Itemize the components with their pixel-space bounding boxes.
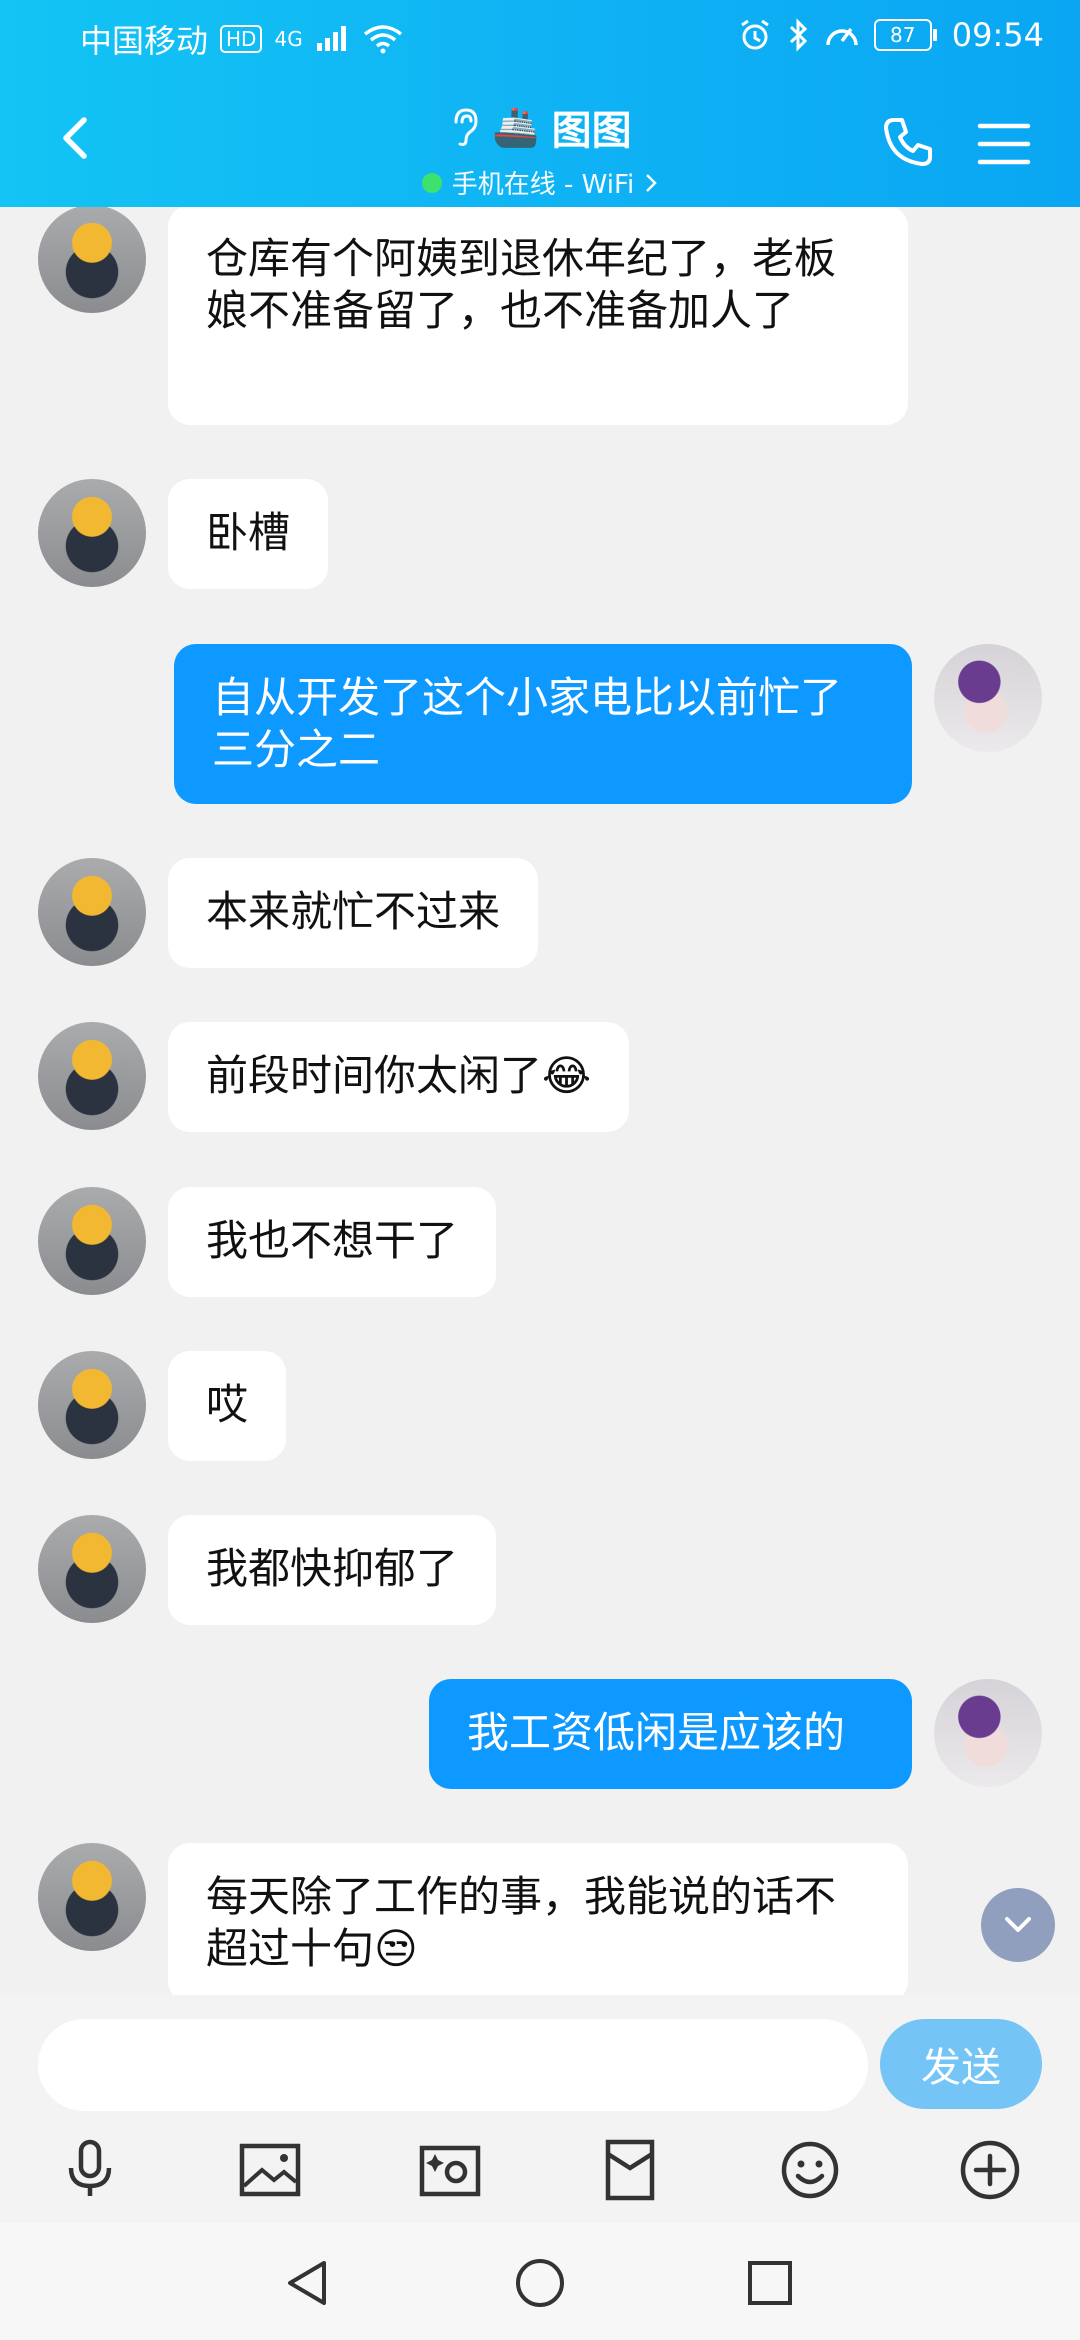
- online-status-dot: [421, 172, 442, 193]
- ship-emoji: 🚢: [492, 104, 540, 149]
- message-row: 我也不想干了: [0, 1187, 1080, 1297]
- microphone-icon: [68, 2139, 112, 2196]
- friend-avatar[interactable]: [38, 479, 146, 587]
- message-bubble[interactable]: 本来就忙不过来: [168, 858, 539, 968]
- photo-button[interactable]: [230, 2130, 310, 2210]
- square-recents-icon: [748, 2261, 792, 2305]
- message-bubble[interactable]: 我工资低闲是应该的: [429, 1679, 912, 1789]
- voice-call-button[interactable]: [878, 112, 938, 172]
- input-bar: 发送: [0, 1995, 1080, 2223]
- chevron-right-icon: [646, 173, 658, 192]
- friend-avatar[interactable]: [38, 1843, 146, 1951]
- message-bubble[interactable]: 我都快抑郁了: [168, 1515, 497, 1625]
- message-row: 前段时间你太闲了😂: [0, 1022, 1080, 1132]
- my-avatar[interactable]: [934, 644, 1042, 752]
- message-list[interactable]: 仓库有个阿姨到退休年纪了，老板娘不准备留了，也不准备加人了 卧槽 自从开发了这个…: [0, 207, 1080, 1995]
- message-bubble[interactable]: 仓库有个阿姨到退休年纪了，老板娘不准备留了，也不准备加人了: [168, 207, 908, 425]
- camera-button[interactable]: [410, 2130, 490, 2210]
- friend-avatar[interactable]: [38, 207, 146, 313]
- friend-avatar[interactable]: [38, 1515, 146, 1623]
- speed-icon: [826, 27, 858, 46]
- triangle-back-icon: [288, 2261, 326, 2305]
- red-packet-button[interactable]: [590, 2130, 670, 2210]
- message-row: 仓库有个阿姨到退休年纪了，老板娘不准备留了，也不准备加人了: [0, 207, 1080, 425]
- chat-header: 中国移动 HD 4G 87 09:54 🚢 图图 手机在线 - WiFi: [0, 0, 1080, 207]
- network-label: 4G: [274, 27, 303, 51]
- nav-recents-button[interactable]: [738, 2251, 802, 2315]
- message-bubble[interactable]: 每天除了工作的事，我能说的话不超过十句😒: [168, 1843, 908, 1995]
- status-bar: 中国移动 HD 4G 87 09:54: [0, 0, 1080, 72]
- carrier-label: 中国移动: [80, 22, 209, 60]
- message-row: 卧槽: [0, 479, 1080, 589]
- clock: 09:54: [951, 16, 1044, 54]
- input-toolbar: [0, 2130, 1080, 2220]
- plus-icon: [960, 2140, 1020, 2200]
- page-title: 图图: [551, 108, 632, 154]
- ear-icon: [454, 108, 478, 146]
- menu-button[interactable]: [974, 114, 1034, 174]
- hamburger-menu-icon: [977, 123, 1031, 165]
- signal-icon: [316, 26, 346, 51]
- voice-input-button[interactable]: [50, 2130, 130, 2210]
- chevron-down-icon: [1005, 1917, 1031, 1932]
- red-packet-icon: [605, 2139, 655, 2201]
- friend-avatar[interactable]: [38, 1022, 146, 1130]
- emoji-icon: [781, 2141, 839, 2199]
- message-row: 自从开发了这个小家电比以前忙了三分之二: [0, 644, 1080, 804]
- friend-avatar[interactable]: [38, 1351, 146, 1459]
- nav-back-button[interactable]: [276, 2251, 340, 2315]
- message-row: 我工资低闲是应该的: [0, 1679, 1080, 1789]
- circle-home-icon: [516, 2259, 564, 2307]
- hd-badge: HD: [220, 25, 263, 53]
- send-button[interactable]: 发送: [880, 2019, 1042, 2109]
- friend-avatar[interactable]: [38, 858, 146, 966]
- emoji-button[interactable]: [770, 2130, 850, 2210]
- message-input[interactable]: [38, 2019, 868, 2111]
- friend-avatar[interactable]: [38, 1187, 146, 1295]
- message-bubble[interactable]: 哎: [168, 1351, 287, 1461]
- message-bubble[interactable]: 卧槽: [168, 479, 329, 589]
- wifi-icon: [363, 25, 402, 54]
- online-status-text: 手机在线 - WiFi: [451, 170, 635, 200]
- message-row: 每天除了工作的事，我能说的话不超过十句😒: [0, 1843, 1080, 1995]
- more-button[interactable]: [950, 2130, 1030, 2210]
- system-navigation-bar: [0, 2223, 1080, 2340]
- image-icon: [239, 2143, 301, 2197]
- message-row: 我都快抑郁了: [0, 1515, 1080, 1625]
- message-bubble[interactable]: 自从开发了这个小家电比以前忙了三分之二: [174, 644, 912, 804]
- scroll-to-bottom-button[interactable]: [981, 1888, 1055, 1962]
- message-bubble[interactable]: 前段时间你太闲了😂: [168, 1022, 630, 1132]
- bluetooth-icon: [789, 18, 807, 52]
- message-row: 本来就忙不过来: [0, 858, 1080, 968]
- alarm-icon: [740, 19, 769, 50]
- camera-icon: [419, 2145, 481, 2197]
- my-avatar[interactable]: [934, 1679, 1042, 1787]
- phone-icon: [884, 118, 932, 166]
- nav-home-button[interactable]: [508, 2251, 572, 2315]
- message-bubble[interactable]: 我也不想干了: [168, 1187, 497, 1297]
- battery-indicator: 87: [873, 19, 937, 51]
- message-row: 哎: [0, 1351, 1080, 1461]
